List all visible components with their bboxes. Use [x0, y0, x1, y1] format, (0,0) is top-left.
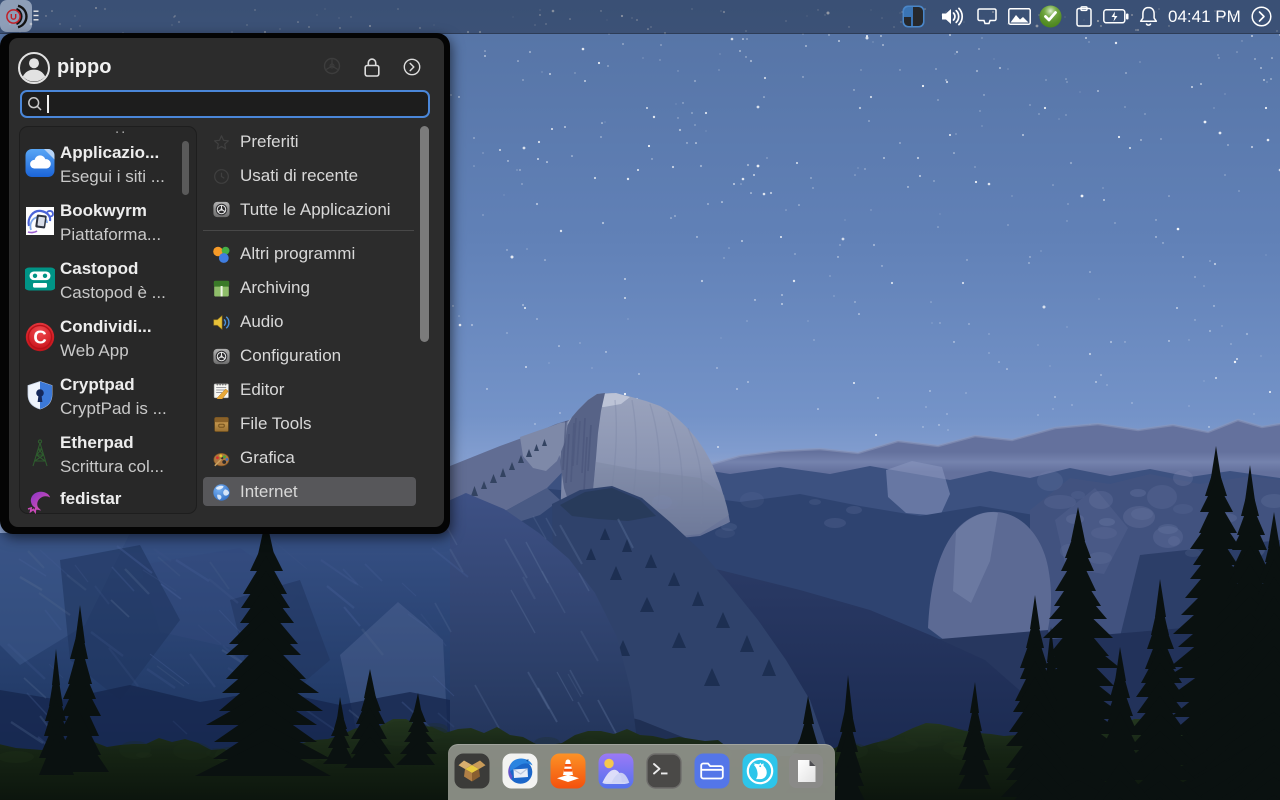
svg-text:C: C — [33, 326, 46, 347]
